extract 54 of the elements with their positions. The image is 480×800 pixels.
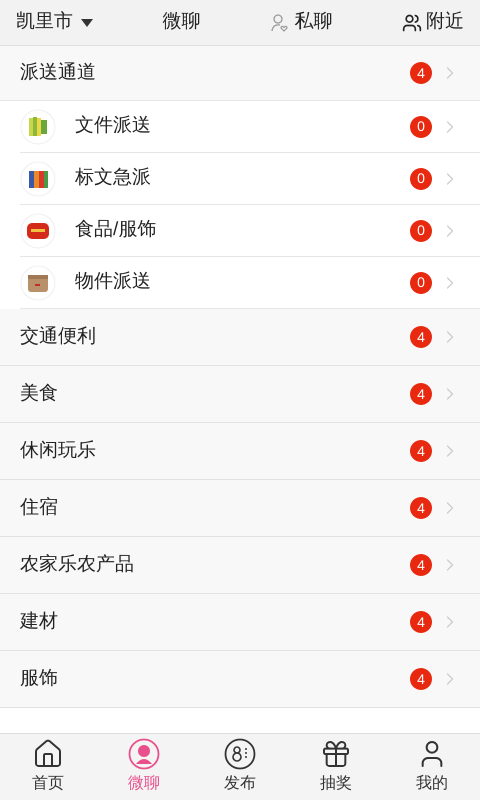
category-label: 农家乐农产品 [20, 552, 135, 577]
category-label: 建材 [20, 610, 59, 634]
nav-tab[interactable]: 我的 [384, 734, 480, 800]
category-row[interactable]: 住宿 4 [0, 480, 480, 537]
category-row[interactable]: 交通便利 4 [0, 309, 480, 366]
item-thumbnail [20, 108, 56, 144]
top-tab[interactable]: 私聊 [270, 8, 332, 37]
category-row[interactable]: 美食 4 [0, 366, 480, 423]
nav-tab[interactable]: 发布 [192, 734, 288, 800]
count-badge: 0 [410, 168, 432, 190]
count-badge: 4 [410, 326, 432, 348]
people-icon [402, 12, 422, 32]
count-badge: 0 [410, 272, 432, 294]
category-label: 服饰 [20, 666, 59, 691]
count-badge: 0 [410, 220, 432, 242]
count-badge: 0 [410, 116, 432, 138]
category-row[interactable]: 服饰 4 [0, 651, 480, 708]
item-thumbnail [20, 160, 56, 196]
count-badge: 4 [410, 383, 432, 405]
category-row[interactable]: 休闲玩乐 4 [0, 423, 480, 480]
count-badge: 4 [410, 554, 432, 576]
item-label: 物件派送 [75, 270, 152, 294]
category-label: 休闲玩乐 [20, 438, 97, 463]
woman-avatar-icon [128, 738, 160, 770]
category-label: 住宿 [20, 496, 59, 520]
item-label: 文件派送 [75, 114, 152, 138]
delivery-item[interactable]: 文件派送 0 [20, 101, 480, 153]
delivery-item[interactable]: 食品/服饰 0 [20, 205, 480, 257]
home-icon [32, 738, 64, 770]
category-row[interactable]: 建材 4 [0, 594, 480, 651]
person-heart-icon [270, 12, 290, 32]
section-header[interactable]: 派送通道 4 [0, 46, 480, 101]
item-label: 标文急派 [75, 166, 152, 190]
count-badge: 4 [410, 440, 432, 462]
nav-tab[interactable]: 抽奖 [288, 734, 384, 800]
publish-icon [224, 738, 256, 770]
count-badge: 4 [410, 611, 432, 633]
count-badge: 4 [410, 497, 432, 519]
dropdown-caret-icon [81, 18, 93, 26]
city-selector[interactable]: 凯里市 [16, 8, 93, 37]
item-thumbnail [20, 264, 56, 300]
category-row[interactable]: 农家乐农产品 4 [0, 537, 480, 594]
nav-tab[interactable]: 首页 [0, 734, 96, 800]
item-label: 食品/服饰 [75, 218, 158, 242]
gift-icon [320, 738, 352, 770]
top-tab[interactable]: 微聊 [162, 8, 201, 37]
category-label: 交通便利 [20, 324, 97, 349]
top-tab[interactable]: 附近 [402, 8, 464, 37]
item-thumbnail [20, 212, 56, 248]
category-label: 美食 [20, 382, 59, 406]
count-badge: 4 [410, 62, 432, 84]
delivery-item[interactable]: 标文急派 0 [20, 153, 480, 205]
section-title: 派送通道 [20, 60, 97, 85]
count-badge: 4 [410, 668, 432, 690]
